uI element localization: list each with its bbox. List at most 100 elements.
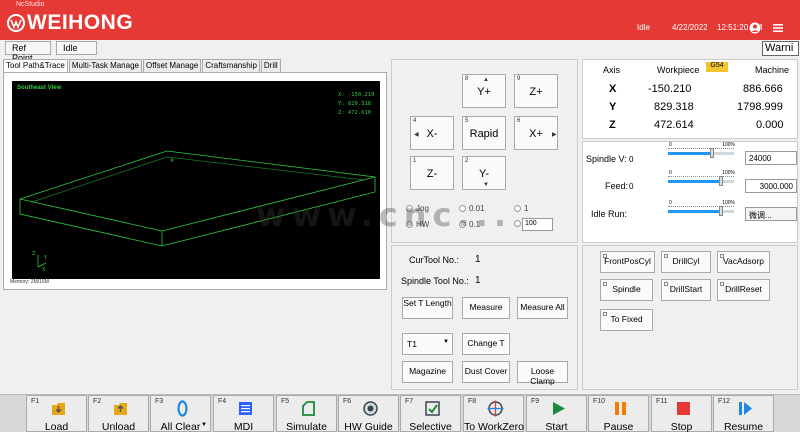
machine-y-value: 1798.999 xyxy=(737,101,783,113)
viewport-y: Y: 829.318 xyxy=(338,101,372,107)
mdi-icon xyxy=(239,402,252,415)
slider-fill xyxy=(668,210,721,213)
menu-icon[interactable] xyxy=(772,22,784,34)
vac-adsorp-button[interactable]: VacAdsorp xyxy=(717,251,770,273)
feed-slider[interactable]: 0 100% xyxy=(668,170,735,186)
logo-text: WEIHONG xyxy=(27,11,134,34)
idle-run-slider[interactable]: 0 100% xyxy=(668,200,735,216)
f11-stop-button[interactable]: F11 Stop xyxy=(651,395,712,432)
drill-cyl-button[interactable]: DrillCyl xyxy=(661,251,711,273)
wcs-badge[interactable]: G54 xyxy=(706,62,728,72)
clear-icon xyxy=(177,400,188,417)
jog-y-minus-button[interactable]: 2 ▼ Y- xyxy=(462,156,506,190)
svg-text:Z: Z xyxy=(32,251,36,257)
dust-cover-button[interactable]: Dust Cover xyxy=(462,361,510,383)
spindle-v-input[interactable]: 24000 xyxy=(745,151,797,165)
cur-tool-value: 1 xyxy=(475,254,481,265)
tab-craftsmanship[interactable]: Craftsmanship xyxy=(202,59,260,72)
drill-reset-button[interactable]: DrillReset xyxy=(717,279,770,301)
spindle-tool-value: 1 xyxy=(475,275,481,286)
simulate-icon xyxy=(302,401,315,416)
workpiece-y-value: 829.318 xyxy=(654,101,694,113)
f2-unload-button[interactable]: F2 Unload xyxy=(88,395,149,432)
jog-z-plus-button[interactable]: 9 Z+ xyxy=(514,74,558,108)
user-icon[interactable] xyxy=(749,22,761,34)
slider-thumb xyxy=(718,176,723,186)
set-t-length-button[interactable]: Set T Length xyxy=(402,297,453,319)
step-1-radio[interactable]: 1 xyxy=(514,204,528,213)
jog-x-plus-button[interactable]: 6 ▶ X+ xyxy=(514,116,558,150)
to-fixed-button[interactable]: To Fixed xyxy=(600,309,653,331)
logo-mark-icon xyxy=(7,14,25,32)
f5-simulate-button[interactable]: F5 Simulate xyxy=(276,395,337,432)
header-date: 4/22/2022 xyxy=(672,23,708,32)
jog-x-minus-button[interactable]: 4 ◀ X- xyxy=(410,116,454,150)
jog-y-plus-button[interactable]: 8 ▲ Y+ xyxy=(462,74,506,108)
f12-resume-button[interactable]: F12 Resume xyxy=(713,395,774,432)
memory-status: Memory: 2M/16M xyxy=(10,279,49,285)
hw-guide-icon xyxy=(363,401,378,416)
f8-to-workzero-button[interactable]: F8 To WorkZero xyxy=(463,395,524,432)
measure-all-button[interactable]: Measure All xyxy=(517,297,568,319)
selective-icon xyxy=(425,401,440,416)
step-value-input[interactable]: 100 xyxy=(522,218,553,231)
idle-status-button[interactable]: Idle xyxy=(56,41,97,55)
f4-mdi-button[interactable]: F4 MDI xyxy=(213,395,274,432)
idle-run-label: Idle Run: xyxy=(591,209,628,219)
viewport-z: Z: 472.610 xyxy=(338,110,372,116)
app-title: NcStudio xyxy=(16,1,45,8)
tab-drill[interactable]: Drill xyxy=(260,59,281,72)
f1-load-button[interactable]: F1 Load xyxy=(26,395,87,432)
f3-all-clear-button[interactable]: F3 All Clear ▼ xyxy=(150,395,211,432)
change-t-button[interactable]: Change T xyxy=(462,333,510,355)
machine-status: Idle xyxy=(637,23,650,32)
slider-fill xyxy=(668,152,712,155)
feed-percent: 0 xyxy=(629,182,634,191)
f7-selective-button[interactable]: F7 Selective xyxy=(400,395,461,432)
start-icon xyxy=(553,402,565,415)
jog-z-minus-button[interactable]: 1 Z- xyxy=(410,156,454,190)
machine-x-value: 886.666 xyxy=(743,83,783,95)
jog-rapid-button[interactable]: 5 Rapid xyxy=(462,116,506,150)
spindle-v-slider[interactable]: 0 100% xyxy=(668,142,735,158)
f6-hw-guide-button[interactable]: F6 HW Guide xyxy=(338,395,399,432)
slider-thumb xyxy=(718,206,723,216)
measure-button[interactable]: Measure xyxy=(462,297,510,319)
weihong-logo: WEIHONG xyxy=(7,11,133,35)
dropdown-arrow-icon: ▼ xyxy=(443,339,449,345)
tab-tool-path-trace[interactable]: Tool Path&Trace xyxy=(3,59,68,72)
fine-tune-button[interactable]: 微调... xyxy=(745,207,797,221)
dropdown-arrow-icon: ▼ xyxy=(201,422,207,428)
tab-offset-manage[interactable]: Offset Manage xyxy=(142,59,202,72)
stop-icon xyxy=(677,402,690,415)
axis-y-label: Y xyxy=(609,101,617,113)
axis-x-label: X xyxy=(609,83,617,95)
tab-bar: Tool Path&Trace Multi-Task Manage Offset… xyxy=(3,59,282,72)
drill-start-button[interactable]: DrillStart xyxy=(661,279,711,301)
viewport-x: X: -150.210 xyxy=(338,92,375,98)
f9-start-button[interactable]: F9 Start xyxy=(526,395,587,432)
watermark: www.cnc... xyxy=(256,196,512,234)
3d-viewport[interactable]: Z Y X Southeast View X: -150.210 Y: 829.… xyxy=(12,81,380,279)
workzero-icon xyxy=(487,400,504,417)
loose-clamp-button[interactable]: Loose Clamp xyxy=(517,361,568,386)
axis-header: Axis xyxy=(603,65,621,75)
workpiece-z-value: 472.614 xyxy=(654,119,694,131)
tool-select[interactable]: T1 ▼ xyxy=(402,333,453,355)
spindle-v-label: Spindle V: xyxy=(586,154,627,164)
feed-input[interactable]: 3000.000 xyxy=(745,179,797,193)
load-icon xyxy=(52,403,65,415)
slider-thumb xyxy=(709,148,714,158)
ref-point-button[interactable]: Ref Point xyxy=(5,41,51,63)
front-pos-cyl-button[interactable]: FrontPosCyl xyxy=(600,251,655,273)
spindle-button[interactable]: Spindle xyxy=(600,279,653,301)
tab-multi-task-manage[interactable]: Multi-Task Manage xyxy=(68,59,142,72)
magazine-button[interactable]: Magazine xyxy=(402,361,453,383)
axis-z-label: Z xyxy=(609,119,616,131)
f10-pause-button[interactable]: F10 Pause xyxy=(588,395,649,432)
tool-path-panel: Z Y X Southeast View X: -150.210 Y: 829.… xyxy=(3,72,387,290)
svg-text:X: X xyxy=(42,267,46,273)
spindle-v-percent: 0 xyxy=(629,155,634,164)
warning-box[interactable]: Warni xyxy=(762,41,799,56)
resume-icon xyxy=(739,402,752,415)
